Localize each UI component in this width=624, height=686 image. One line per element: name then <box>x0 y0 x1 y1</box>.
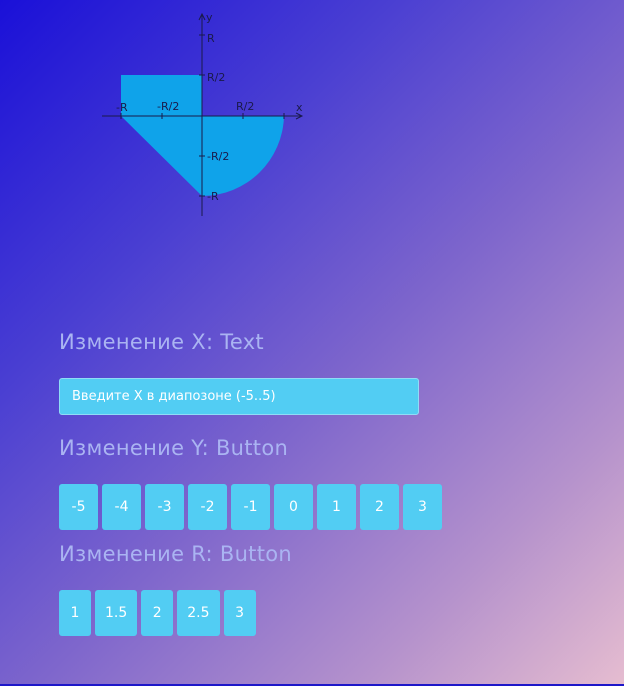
x-axis-label: x <box>296 101 303 114</box>
y-button[interactable]: -2 <box>188 484 227 530</box>
y-button[interactable]: 0 <box>274 484 313 530</box>
r-button[interactable]: 2.5 <box>177 590 220 636</box>
y-button[interactable]: 1 <box>317 484 356 530</box>
tick-label-x-neg-half: -R/2 <box>157 100 179 113</box>
area-graph[interactable]: x y -R -R/2 R/2 R R/2 -R/2 -R <box>100 10 310 220</box>
tick-label-y-pos-half: R/2 <box>207 71 225 84</box>
r-button[interactable]: 2 <box>141 590 174 636</box>
tick-label-x-neg-r: -R <box>116 101 128 114</box>
tick-label-x-pos-half: R/2 <box>236 100 254 113</box>
y-section-title: Изменение Y: Button <box>59 436 289 460</box>
r-button[interactable]: 1.5 <box>95 590 138 636</box>
y-button-group: -5 -4 -3 -2 -1 0 1 2 3 <box>59 484 442 530</box>
tick-label-y-neg-half: -R/2 <box>207 150 229 163</box>
r-button[interactable]: 3 <box>223 590 256 636</box>
y-button[interactable]: -1 <box>231 484 270 530</box>
x-input[interactable] <box>59 378 419 415</box>
r-button[interactable]: 1 <box>59 590 91 636</box>
y-axis-label: y <box>206 11 213 24</box>
y-button[interactable]: -3 <box>145 484 184 530</box>
x-section-title: Изменение X: Text <box>59 330 264 354</box>
r-section-title: Изменение R: Button <box>59 542 292 566</box>
tick-label-y-neg-r: -R <box>207 190 219 203</box>
y-button[interactable]: 2 <box>360 484 399 530</box>
r-button-group: 1 1.5 2 2.5 3 <box>59 590 256 636</box>
y-button[interactable]: 3 <box>403 484 442 530</box>
area-triangle <box>121 116 202 196</box>
y-button[interactable]: -5 <box>59 484 98 530</box>
tick-label-y-pos-r: R <box>207 32 215 45</box>
y-button[interactable]: -4 <box>102 484 141 530</box>
